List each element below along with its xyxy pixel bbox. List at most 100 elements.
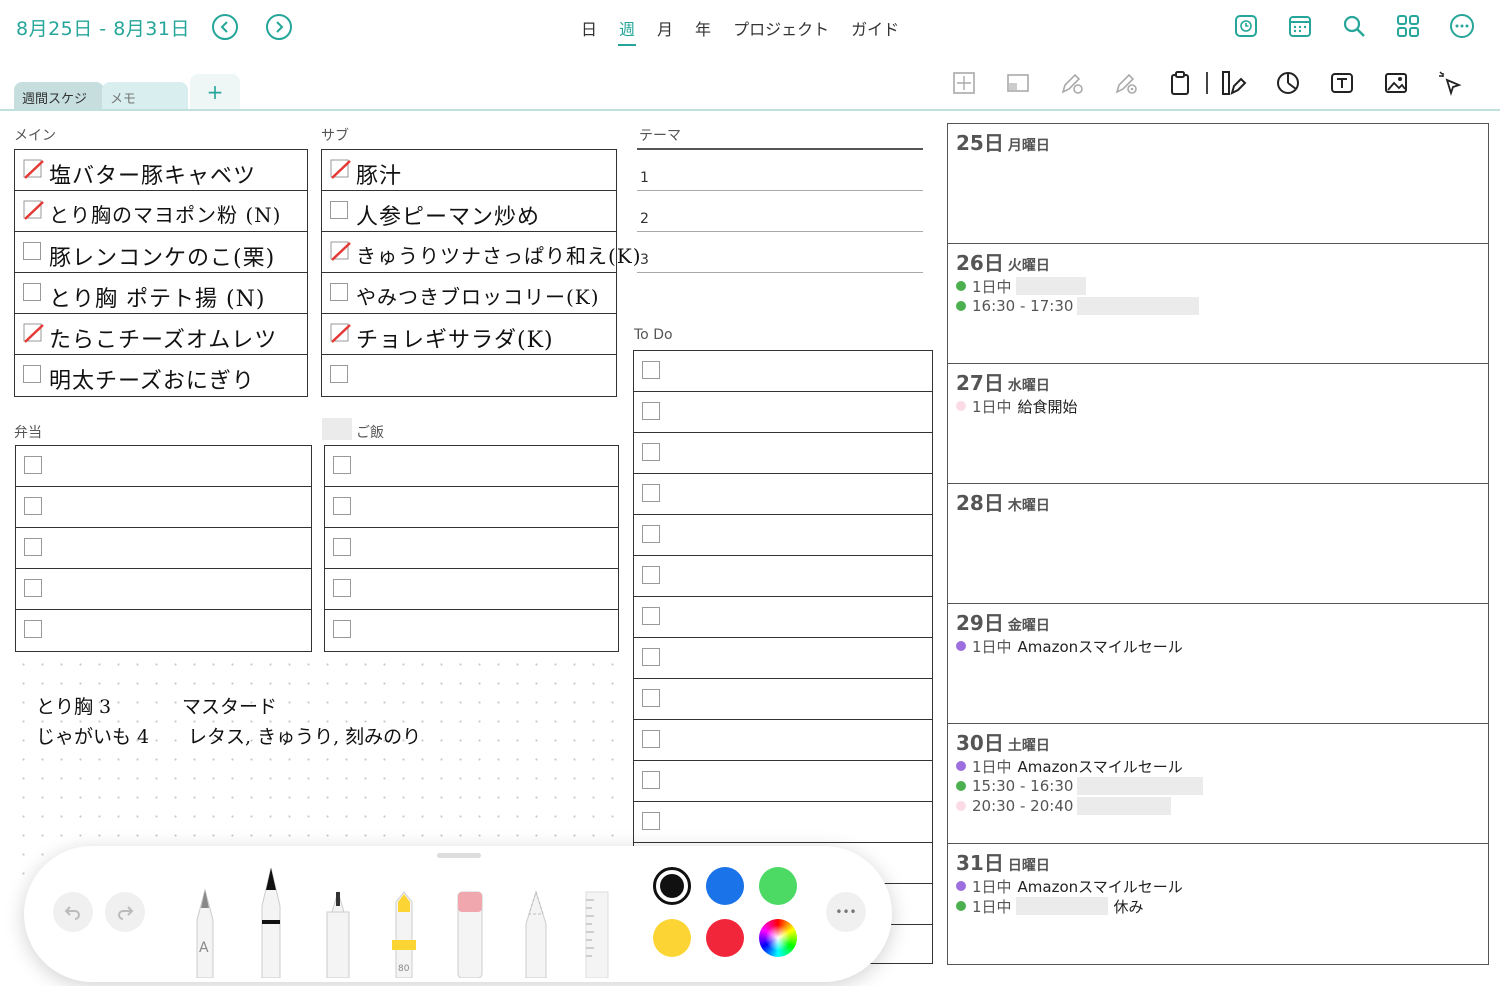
table-row[interactable]	[325, 446, 618, 487]
table-row[interactable]: 豚汁	[322, 150, 616, 191]
select-tool-button[interactable]	[1436, 68, 1464, 98]
color-red[interactable]	[706, 919, 744, 957]
color-blue[interactable]	[706, 867, 744, 905]
table-row[interactable]	[325, 487, 618, 528]
checkbox[interactable]	[642, 484, 660, 502]
more-button[interactable]	[1448, 12, 1476, 40]
checked-box-icon[interactable]	[330, 322, 354, 346]
shrink-button[interactable]	[1004, 68, 1032, 98]
notebook-tab-memo[interactable]: メモ	[102, 82, 188, 110]
color-yellow[interactable]	[653, 919, 691, 957]
tab-day[interactable]: 日	[570, 16, 608, 44]
table-row[interactable]	[634, 679, 932, 720]
lasso-tool[interactable]	[522, 890, 550, 979]
checkbox[interactable]	[642, 566, 660, 584]
checkbox[interactable]	[24, 456, 42, 474]
calendar-button[interactable]	[1286, 12, 1314, 40]
calendar-day[interactable]: 27日 水曜日 1日中 給食開始	[948, 364, 1488, 484]
checked-box-icon[interactable]	[23, 322, 47, 346]
checkbox[interactable]	[333, 538, 351, 556]
reminder-button[interactable]	[1232, 12, 1260, 40]
tab-month[interactable]: 月	[646, 16, 684, 44]
table-row[interactable]	[634, 638, 932, 679]
checked-box-icon[interactable]	[23, 158, 47, 182]
tab-year[interactable]: 年	[684, 16, 722, 44]
search-button[interactable]	[1340, 12, 1368, 40]
table-row[interactable]: とり胸 ポテト揚 (N)	[15, 273, 307, 314]
toolbar-drag-handle[interactable]	[437, 853, 481, 858]
checked-box-icon[interactable]	[330, 240, 354, 264]
theme-row-3[interactable]: 3	[637, 252, 923, 273]
date-range-title[interactable]: 8月25日 - 8月31日	[16, 14, 190, 41]
calendar-event[interactable]: 1日中 Amazonスマイルセール	[956, 876, 1480, 896]
calendar-event[interactable]: 1日中 Amazonスマイルセール	[956, 756, 1480, 776]
tab-guide[interactable]: ガイド	[840, 16, 910, 44]
grid-view-button[interactable]	[1394, 12, 1422, 40]
checkbox[interactable]	[333, 456, 351, 474]
table-row[interactable]: 豚レンコンケのこ(栗)	[15, 232, 307, 273]
checkbox[interactable]	[24, 620, 42, 638]
table-row[interactable]	[16, 446, 311, 487]
table-row[interactable]: 塩バター豚キャベツ	[15, 150, 307, 191]
add-tab-button[interactable]: +	[190, 74, 240, 110]
table-row[interactable]	[634, 597, 932, 638]
color-picker[interactable]	[759, 919, 797, 957]
undo-button[interactable]	[53, 892, 93, 932]
calendar-event[interactable]: 15:30 - 16:30	[956, 776, 1480, 796]
checkbox[interactable]	[642, 361, 660, 379]
theme-row-1[interactable]: 1	[637, 170, 923, 191]
checked-box-icon[interactable]	[23, 199, 47, 223]
checkbox[interactable]	[642, 648, 660, 666]
table-row[interactable]: やみつきブロッコリー(K)	[322, 273, 616, 314]
checkbox[interactable]	[642, 689, 660, 707]
table-row[interactable]	[16, 569, 311, 610]
calendar-day[interactable]: 26日 火曜日 1日中 16:30 - 17:30	[948, 244, 1488, 364]
calendar-event[interactable]: 1日中 休み	[956, 896, 1480, 916]
table-row[interactable]: きゅうりツナさっぱり和え(K)	[322, 232, 641, 273]
table-row[interactable]	[634, 761, 932, 802]
table-row[interactable]	[325, 610, 618, 651]
redo-button[interactable]	[105, 892, 145, 932]
table-row[interactable]	[634, 433, 932, 474]
table-row[interactable]	[325, 569, 618, 610]
checkbox[interactable]	[642, 443, 660, 461]
tab-project[interactable]: プロジェクト	[722, 16, 840, 44]
pen-tool-pencil[interactable]: A	[191, 888, 219, 979]
clipboard-button[interactable]	[1166, 68, 1194, 98]
checkbox[interactable]	[24, 497, 42, 515]
checkbox[interactable]	[642, 525, 660, 543]
table-row[interactable]: とり胸のマヨポン粉 (N)	[15, 191, 307, 232]
checkbox[interactable]	[642, 607, 660, 625]
checkbox[interactable]	[330, 365, 348, 383]
pen-settings-button[interactable]	[1112, 68, 1140, 98]
checkbox[interactable]	[23, 242, 41, 260]
color-black[interactable]	[653, 867, 691, 905]
calendar-day[interactable]: 31日 日曜日 1日中 Amazonスマイルセール 1日中 休み	[948, 844, 1488, 964]
pen-tool-fineliner[interactable]	[324, 890, 352, 979]
checkbox[interactable]	[330, 283, 348, 301]
table-row[interactable]: 明太チーズおにぎり	[15, 355, 307, 396]
table-row[interactable]	[325, 528, 618, 569]
checkbox[interactable]	[333, 497, 351, 515]
pen-tool-fountain[interactable]	[256, 866, 286, 979]
checked-box-icon[interactable]	[330, 158, 354, 182]
pen-more-button[interactable]: •••	[826, 892, 866, 932]
pen-tool-marker[interactable]: 80	[390, 890, 418, 979]
pen-lock-button[interactable]	[1058, 68, 1086, 98]
calendar-event[interactable]: 1日中 給食開始	[956, 396, 1480, 416]
checkbox[interactable]	[23, 365, 41, 383]
calendar-day[interactable]: 30日 土曜日 1日中 Amazonスマイルセール 15:30 - 16:30 20:30…	[948, 724, 1488, 844]
table-row[interactable]	[322, 355, 616, 396]
table-row[interactable]	[634, 720, 932, 761]
calendar-day[interactable]: 28日 木曜日	[948, 484, 1488, 604]
checkbox[interactable]	[333, 620, 351, 638]
table-row[interactable]	[634, 351, 932, 392]
notebook-tab-schedule[interactable]: 週間スケジ	[14, 82, 104, 110]
table-row[interactable]: たらこチーズオムレツ	[15, 314, 307, 355]
pen-tool-button[interactable]	[1220, 68, 1248, 98]
color-green[interactable]	[759, 867, 797, 905]
calendar-day[interactable]: 25日 月曜日	[948, 124, 1488, 244]
checkbox[interactable]	[642, 730, 660, 748]
checkbox[interactable]	[333, 579, 351, 597]
calendar-event[interactable]: 16:30 - 17:30	[956, 296, 1480, 316]
